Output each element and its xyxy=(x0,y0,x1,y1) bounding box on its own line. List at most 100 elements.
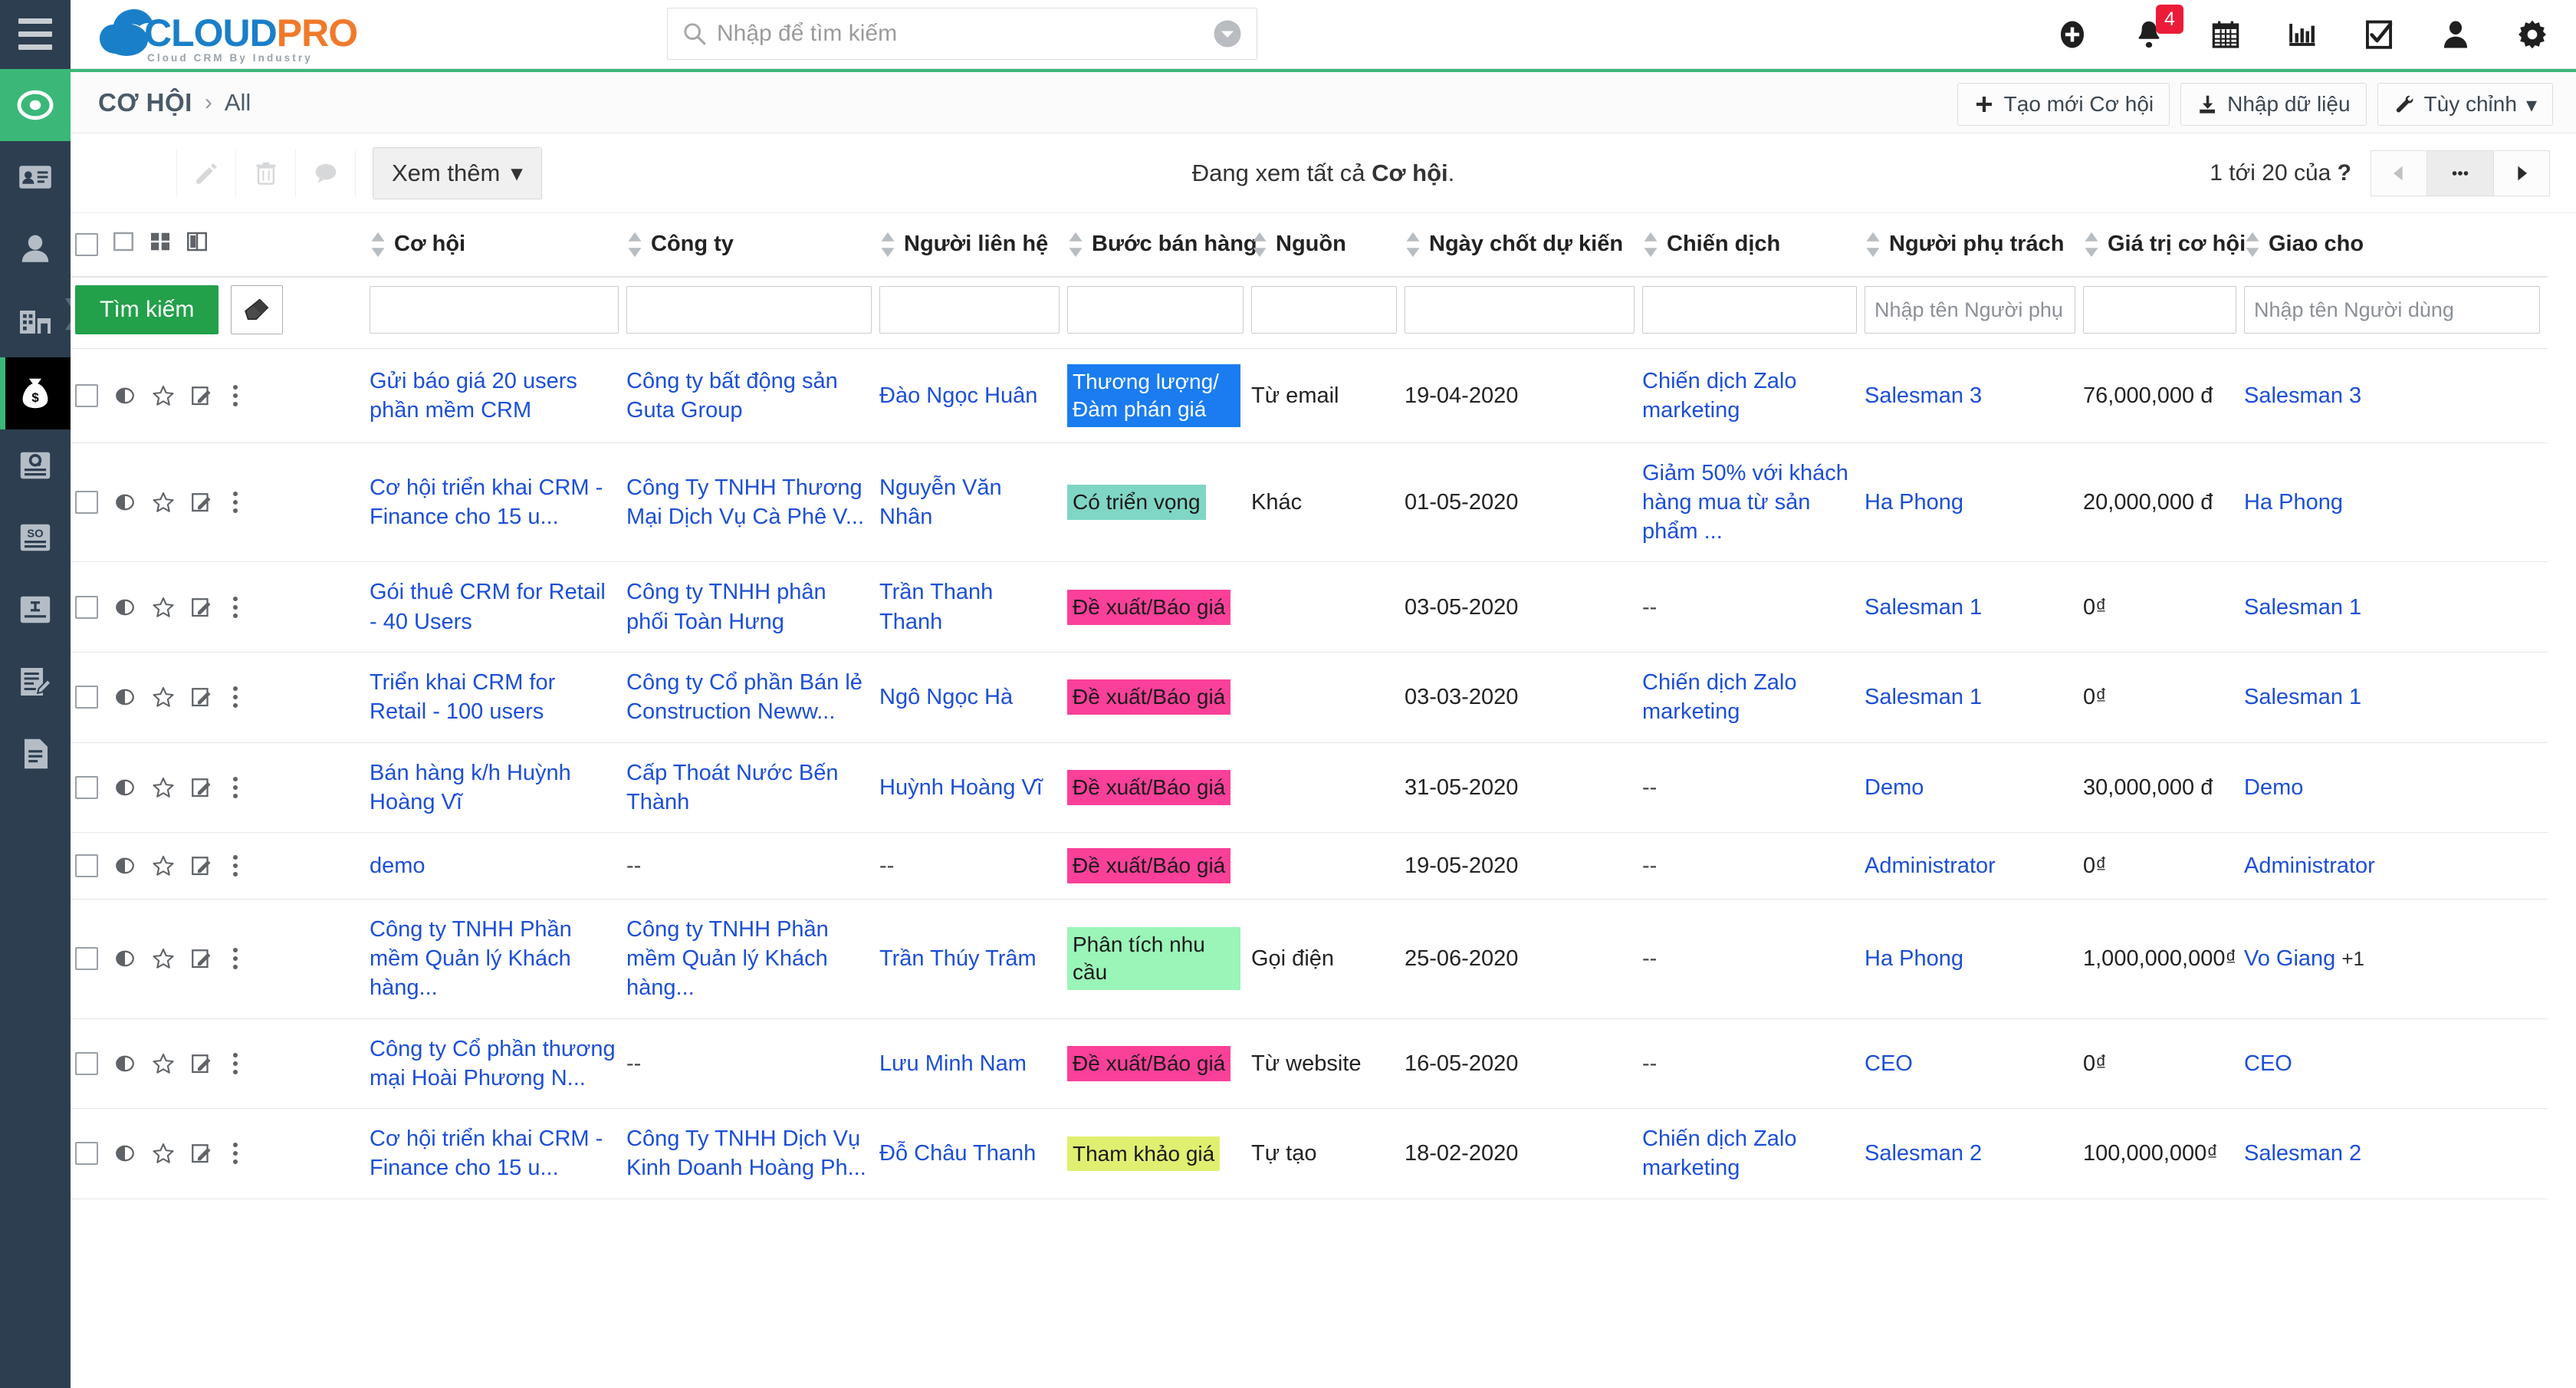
star-icon[interactable] xyxy=(152,491,175,514)
filter-input-opportunity[interactable] xyxy=(370,286,619,334)
row-checkbox[interactable] xyxy=(75,686,98,709)
star-icon[interactable] xyxy=(152,1142,175,1165)
sidebar-item-bao-gia[interactable] xyxy=(0,429,71,502)
sidebar-item-danh-thiep[interactable] xyxy=(0,141,71,213)
row-checkbox[interactable] xyxy=(75,854,98,877)
cell-opportunity-link[interactable]: Cơ hội triển khai CRM - Finance cho 15 u… xyxy=(370,475,603,529)
cell-opportunity-link[interactable]: Gói thuê CRM for Retail - 40 Users xyxy=(370,580,606,633)
grid-view-icon[interactable] xyxy=(149,230,172,259)
filter-input-assigned[interactable] xyxy=(2244,286,2540,334)
row-menu-icon[interactable] xyxy=(228,948,242,970)
checklist-icon[interactable] xyxy=(2361,17,2397,52)
row-menu-icon[interactable] xyxy=(228,1052,242,1074)
row-menu-icon[interactable] xyxy=(228,384,242,406)
comment-button[interactable] xyxy=(296,149,356,197)
cell-campaign-link[interactable]: Chiến dịch Zalo marketing xyxy=(1642,1127,1797,1180)
column-header-opportunity[interactable]: Cơ hội xyxy=(370,213,626,278)
star-icon[interactable] xyxy=(152,596,175,619)
filter-input-campaign[interactable] xyxy=(1642,286,1857,334)
row-menu-icon[interactable] xyxy=(228,1143,242,1165)
edit-button[interactable] xyxy=(176,149,236,197)
row-menu-icon[interactable] xyxy=(228,492,242,514)
sidebar-item-tong-quan[interactable] xyxy=(0,69,71,141)
table-row[interactable]: Triển khai CRM for Retail - 100 users Côn… xyxy=(71,652,2548,743)
table-row[interactable]: Bán hàng k/h Huỳnh Hoàng Vĩ Cấp Thoát Nướ… xyxy=(71,742,2548,834)
edit-icon[interactable] xyxy=(190,947,213,970)
column-header-source[interactable]: Nguồn xyxy=(1251,213,1405,278)
cell-owner-link[interactable]: Salesman 2 xyxy=(1865,1141,1982,1166)
app-logo[interactable]: CLOUDPRO Cloud CRM By Industry xyxy=(100,0,368,69)
calendar-icon[interactable] xyxy=(2208,17,2243,52)
sort-icon[interactable] xyxy=(879,232,896,258)
star-icon[interactable] xyxy=(152,686,175,709)
column-header-company[interactable]: Công ty xyxy=(626,213,879,278)
clear-filters-button[interactable] xyxy=(231,285,284,334)
cell-opportunity-link[interactable]: Gửi báo giá 20 users phần mềm CRM xyxy=(370,369,577,423)
cell-assigned-link[interactable]: Salesman 1 xyxy=(2244,595,2361,620)
cell-company-link[interactable]: Công Ty TNHH Thương Mại Dịch Vụ Cà Phê V… xyxy=(626,475,864,529)
sidebar-item-tai-lieu[interactable] xyxy=(0,718,71,790)
customize-button[interactable]: Tùy chỉnh ▾ xyxy=(2377,83,2553,126)
row-menu-icon[interactable] xyxy=(228,596,242,618)
preview-icon[interactable] xyxy=(113,596,136,619)
sidebar-item-hop-dong[interactable] xyxy=(0,646,71,718)
filter-input-value[interactable] xyxy=(2083,286,2236,334)
sort-icon[interactable] xyxy=(626,232,643,258)
filter-input-source[interactable] xyxy=(1251,286,1397,334)
star-icon[interactable] xyxy=(152,384,175,407)
table-row[interactable]: Công ty Cổ phần thương mại Hoài Phương N… xyxy=(71,1018,2548,1110)
menu-toggle-button[interactable] xyxy=(0,0,71,69)
filter-input-company[interactable] xyxy=(626,286,872,334)
cell-contact-link[interactable]: Nguyễn Văn Nhân xyxy=(879,475,1002,529)
select-all-checkbox[interactable] xyxy=(75,233,98,256)
cell-opportunity-link[interactable]: Cơ hội triển khai CRM - Finance cho 15 u… xyxy=(370,1127,603,1180)
cell-assigned-link[interactable]: Salesman 3 xyxy=(2244,383,2361,408)
preview-icon[interactable] xyxy=(113,1142,136,1165)
cell-company-link[interactable]: Công ty TNHH phân phối Toàn Hưng xyxy=(626,580,826,633)
star-icon[interactable] xyxy=(152,776,175,799)
row-menu-icon[interactable] xyxy=(228,686,242,709)
import-data-button[interactable]: Nhập dữ liệu xyxy=(2180,83,2367,126)
preview-icon[interactable] xyxy=(113,1052,136,1075)
preview-icon[interactable] xyxy=(113,947,136,970)
edit-icon[interactable] xyxy=(190,491,213,514)
row-checkbox[interactable] xyxy=(75,947,98,971)
column-header-value[interactable]: Giá trị cơ hội xyxy=(2083,213,2246,278)
search-box[interactable] xyxy=(667,8,1257,60)
cell-contact-link[interactable]: Huỳnh Hoàng Vĩ xyxy=(879,775,1043,800)
gear-icon[interactable] xyxy=(2515,17,2550,52)
sort-icon[interactable] xyxy=(370,232,386,258)
table-row[interactable]: Công ty TNHH Phần mềm Quản lý Khách hàng… xyxy=(71,899,2548,1019)
cell-contact-link[interactable]: Đỗ Châu Thanh xyxy=(879,1141,1036,1166)
row-menu-icon[interactable] xyxy=(228,776,242,798)
cell-company-link[interactable]: Cấp Thoát Nước Bến Thành xyxy=(626,761,838,814)
filter-input-owner[interactable] xyxy=(1865,286,2075,334)
row-checkbox[interactable] xyxy=(75,1142,98,1166)
add-circle-icon[interactable] xyxy=(2055,17,2090,52)
edit-icon[interactable] xyxy=(190,854,213,877)
table-row[interactable]: Cơ hội triển khai CRM - Finance cho 15 u… xyxy=(71,442,2548,563)
cell-assigned-link[interactable]: Salesman 1 xyxy=(2244,685,2361,709)
cell-company-link[interactable]: Công ty Cổ phần Bán lẻ Construction Neww… xyxy=(626,670,863,724)
preview-icon[interactable] xyxy=(113,384,136,407)
preview-icon[interactable] xyxy=(113,776,136,799)
cell-assigned-link[interactable]: Demo xyxy=(2244,775,2303,800)
cell-owner-link[interactable]: Administrator xyxy=(1865,854,1996,878)
row-checkbox[interactable] xyxy=(75,595,98,619)
create-opportunity-button[interactable]: Tạo mới Cơ hội xyxy=(1957,83,2170,126)
column-header-assigned[interactable]: Giao cho xyxy=(2244,213,2548,278)
cell-owner-link[interactable]: Salesman 1 xyxy=(1865,595,1982,620)
edit-icon[interactable] xyxy=(190,596,213,619)
column-header-close-date[interactable]: Ngày chốt dự kiến xyxy=(1405,213,1642,278)
chevron-down-icon[interactable] xyxy=(1212,18,1243,49)
prev-page-button[interactable] xyxy=(2371,150,2427,196)
cell-owner-link[interactable]: Salesman 3 xyxy=(1865,383,1982,408)
cell-company-link[interactable]: Công ty TNHH Phần mềm Quản lý Khách hàng… xyxy=(626,917,829,1001)
sort-icon[interactable] xyxy=(1642,232,1659,258)
cell-owner-link[interactable]: CEO xyxy=(1865,1051,1913,1076)
breadcrumb-view[interactable]: All xyxy=(225,89,251,117)
sidebar-item-khach-hang[interactable] xyxy=(0,213,71,285)
cell-assigned-link[interactable]: Administrator xyxy=(2244,854,2375,878)
cell-contact-link[interactable]: Trần Thúy Trâm xyxy=(879,946,1037,971)
cell-assigned-link[interactable]: Vo Giang xyxy=(2244,946,2335,971)
